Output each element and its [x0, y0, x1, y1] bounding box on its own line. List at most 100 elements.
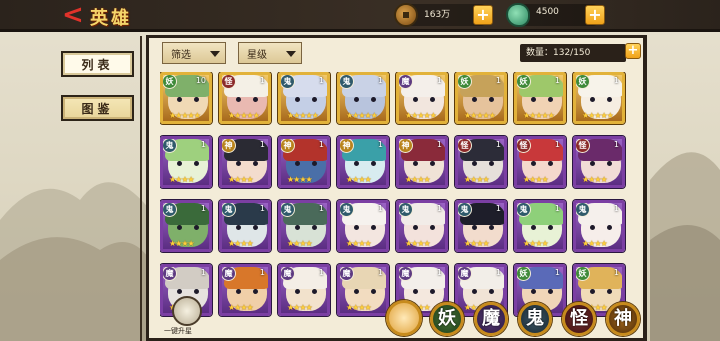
- hero-level: 1: [200, 204, 206, 213]
- hero-eyes: [472, 289, 494, 294]
- hero-card[interactable]: 怪 1 ★★★★: [455, 136, 507, 188]
- hero-level: 1: [436, 204, 442, 213]
- back-button[interactable]: <: [62, 2, 88, 29]
- hero-card[interactable]: 神 1 ★★★★: [396, 136, 448, 188]
- hero-card[interactable]: 鬼 1 ★★★★: [573, 200, 625, 252]
- hero-level: 1: [377, 140, 383, 149]
- hero-eyes: [177, 97, 199, 102]
- hero-eyes: [531, 161, 553, 166]
- hero-level: 1: [200, 140, 206, 149]
- hero-card[interactable]: 鬼 1 ★★★★: [219, 200, 271, 252]
- hero-card[interactable]: 鬼 1 ★★★★: [160, 136, 212, 188]
- hero-stars: ★★★★: [346, 303, 372, 312]
- hero-eyes: [590, 161, 612, 166]
- hero-stars: ★★★★: [228, 239, 254, 248]
- hero-eyes: [413, 161, 435, 166]
- hero-stars: ★★★★: [523, 175, 549, 184]
- hero-type-badge: 鬼: [517, 203, 531, 217]
- hero-type-badge: 神: [222, 139, 236, 153]
- hero-eyes: [177, 289, 199, 294]
- star-level-dropdown[interactable]: 星级: [238, 42, 302, 64]
- hero-card[interactable]: 鬼 1 ★★★★: [455, 200, 507, 252]
- hero-stars: ★★★★: [228, 175, 254, 184]
- hero-eyes: [413, 97, 435, 102]
- hero-eyes: [413, 289, 435, 294]
- hero-level: 1: [377, 268, 383, 277]
- category-shen-button[interactable]: 神: [606, 302, 640, 336]
- hero-card[interactable]: 鬼 1 ★★★★: [337, 200, 389, 252]
- hero-level: 1: [436, 140, 442, 149]
- hero-card[interactable]: 鬼 1 ★★★★: [278, 200, 330, 252]
- hero-card[interactable]: 妖 1 ★★★★★: [455, 72, 507, 124]
- hero-card[interactable]: 神 1 ★★★★: [219, 136, 271, 188]
- hero-card[interactable]: 鬼 1 ★★★★: [514, 200, 566, 252]
- top-bar: < 英雄 163万 + 4500 +: [0, 0, 720, 32]
- hero-stars: ★★★★: [346, 239, 372, 248]
- filter-dropdown[interactable]: 筛选: [162, 42, 226, 64]
- hero-card[interactable]: 妖 1 ★★★★★: [573, 72, 625, 124]
- hero-card[interactable]: 魔 1 ★★★★: [337, 264, 389, 316]
- jade-counter: 4500 +: [506, 3, 605, 27]
- sidebar-divider: [140, 36, 142, 341]
- hero-type-badge: 鬼: [340, 75, 354, 89]
- hero-level: 1: [200, 268, 206, 277]
- hero-card[interactable]: 鬼 1 ★★★★★: [278, 72, 330, 124]
- category-all-button[interactable]: [386, 300, 422, 336]
- expand-capacity-button[interactable]: +: [625, 43, 641, 59]
- hero-level: 1: [495, 268, 501, 277]
- hero-type-badge: 妖: [163, 75, 177, 89]
- category-guai-button[interactable]: 怪: [562, 302, 596, 336]
- hero-card[interactable]: 鬼 1 ★★★★: [160, 200, 212, 252]
- hero-type-badge: 魔: [163, 267, 177, 281]
- hero-type-badge: 鬼: [399, 203, 413, 217]
- star-level-label: 星级: [247, 49, 267, 61]
- hero-card[interactable]: 魔 1 ★★★★★: [396, 72, 448, 124]
- hero-eyes: [413, 225, 435, 230]
- hero-card[interactable]: 怪 1 ★★★★: [514, 136, 566, 188]
- jade-value: 4500: [536, 7, 559, 17]
- hero-type-badge: 魔: [458, 267, 472, 281]
- hero-card[interactable]: 妖 10 ★★★★★: [160, 72, 212, 124]
- hero-eyes: [177, 161, 199, 166]
- upgrade-label: 一键升星: [164, 327, 192, 335]
- hero-type-badge: 妖: [517, 267, 531, 281]
- hero-eyes: [354, 97, 376, 102]
- hero-eyes: [472, 225, 494, 230]
- hero-stars: ★★★★★: [228, 111, 260, 120]
- hero-stars: ★★★★: [464, 175, 490, 184]
- hero-type-badge: 神: [340, 139, 354, 153]
- hero-card[interactable]: 妖 1 ★★★★★: [514, 72, 566, 124]
- hero-card[interactable]: 鬼 1 ★★★★: [396, 200, 448, 252]
- hero-level: 1: [495, 140, 501, 149]
- add-jade-button[interactable]: +: [585, 5, 605, 25]
- add-coins-button[interactable]: +: [473, 5, 493, 25]
- hero-card[interactable]: 神 1 ★★★★: [337, 136, 389, 188]
- one-click-upgrade-button[interactable]: 一键升星: [164, 296, 204, 336]
- category-mo-button[interactable]: 魔: [474, 302, 508, 336]
- hero-card[interactable]: 魔 1 ★★★★: [219, 264, 271, 316]
- hero-stars: ★★★★★: [582, 111, 614, 120]
- hero-level: 1: [613, 204, 619, 213]
- sidebar-item-list[interactable]: 列表: [61, 51, 134, 77]
- hero-eyes: [590, 225, 612, 230]
- hero-type-badge: 妖: [576, 267, 590, 281]
- hero-type-badge: 神: [281, 139, 295, 153]
- hero-stars: ★★★★★: [169, 111, 201, 120]
- hero-card[interactable]: 鬼 1 ★★★★★: [337, 72, 389, 124]
- hero-stars: ★★★★★: [346, 111, 378, 120]
- hero-level: 1: [318, 204, 324, 213]
- hero-card[interactable]: 神 1 ★★★★: [278, 136, 330, 188]
- hero-eyes: [354, 225, 376, 230]
- sidebar-item-codex[interactable]: 图鉴: [61, 95, 134, 121]
- hero-card[interactable]: 怪 1 ★★★★★: [219, 72, 271, 124]
- hero-stars: ★★★★: [464, 239, 490, 248]
- hero-stars: ★★★★: [287, 303, 313, 312]
- hero-type-badge: 妖: [458, 75, 472, 89]
- hero-card[interactable]: 怪 1 ★★★★: [573, 136, 625, 188]
- hero-level: 1: [436, 76, 442, 85]
- hero-card[interactable]: 魔 1 ★★★★: [278, 264, 330, 316]
- hero-eyes: [354, 161, 376, 166]
- category-yao-button[interactable]: 妖: [430, 302, 464, 336]
- hero-type-badge: 妖: [517, 75, 531, 89]
- category-gui-button[interactable]: 鬼: [518, 302, 552, 336]
